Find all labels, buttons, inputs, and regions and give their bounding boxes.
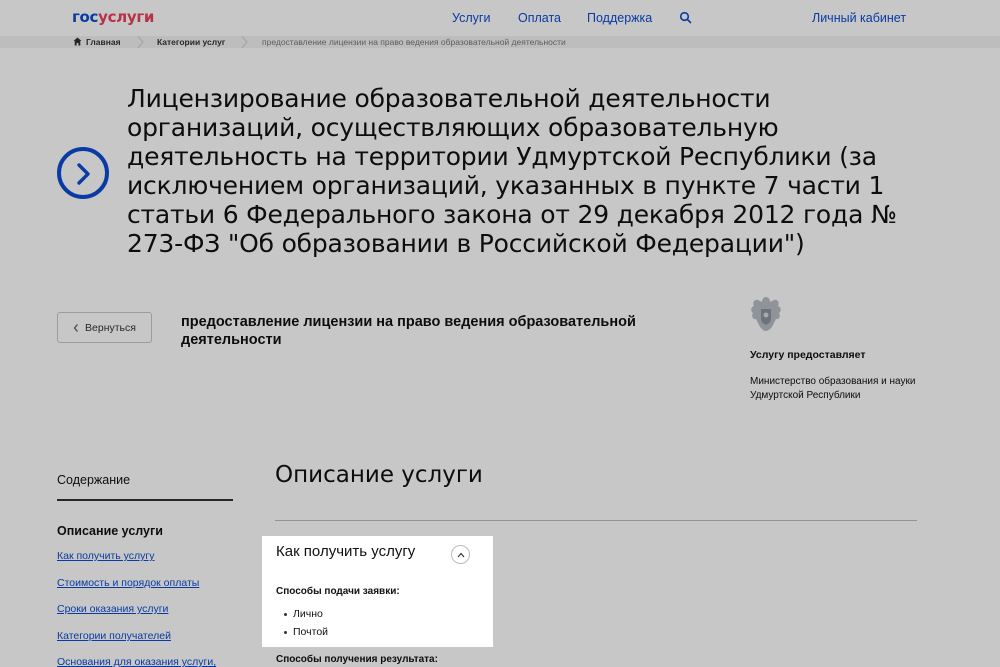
toc-link-categories[interactable]: Категории получателей: [57, 630, 171, 642]
collapse-toggle-button[interactable]: [451, 545, 470, 564]
list-item: Лично: [284, 608, 323, 620]
list-item: Почтой: [283, 626, 328, 638]
chevron-left-icon: [73, 323, 78, 332]
dim-overlay: [0, 0, 1000, 536]
chevron-up-icon: [457, 552, 465, 558]
back-button[interactable]: Вернуться: [57, 312, 152, 343]
methods-label: Способы подачи заявки:: [276, 586, 400, 597]
toc-title: Содержание: [57, 473, 131, 487]
toc-link-terms[interactable]: Сроки оказания услуги: [57, 603, 168, 615]
how-to-get-title[interactable]: Как получить услугу: [276, 543, 415, 560]
back-button-label: Вернуться: [85, 321, 136, 334]
toc-link-cost[interactable]: Стоимость и порядок оплаты: [57, 577, 199, 589]
breadcrumb: Главная Категории услуг предоставление л…: [0, 36, 1000, 48]
provider-label: Услугу предоставляет: [750, 349, 866, 361]
nav-payment-link[interactable]: Оплата: [518, 11, 561, 25]
provider-name: Министерство образования и науки Удмуртс…: [750, 376, 916, 401]
breadcrumb-home[interactable]: Главная: [86, 37, 121, 47]
search-icon[interactable]: [679, 11, 693, 25]
toc-link-how-to-get[interactable]: Как получить услугу: [57, 550, 155, 562]
breadcrumb-separator-icon: [241, 36, 248, 48]
header: госуслуги Услуги Оплата Поддержка Личный…: [0, 0, 1000, 36]
nav-support-link[interactable]: Поддержка: [587, 11, 652, 25]
logo-part-uslugi: услуги: [98, 8, 155, 26]
results-label: Способы получения результата:: [276, 654, 438, 665]
breadcrumb-current: предоставление лицензии на право ведения…: [262, 37, 566, 47]
section-title: Описание услуги: [275, 462, 483, 488]
gosuslugi-logo[interactable]: госуслуги: [72, 8, 154, 26]
toc-item-description[interactable]: Описание услуги: [57, 524, 163, 538]
logo-part-gos: гос: [72, 8, 99, 26]
dim-overlay: [493, 536, 1000, 647]
toc-link-grounds[interactable]: Основания для оказания услуги,: [57, 656, 216, 667]
title-arrow-icon: [57, 147, 109, 199]
service-subtitle: предоставление лицензии на право ведения…: [181, 314, 636, 348]
breadcrumb-separator-icon: [137, 36, 144, 48]
toc-divider: [57, 499, 233, 501]
personal-cabinet-link[interactable]: Личный кабинет: [812, 11, 906, 25]
home-icon: [73, 37, 82, 46]
breadcrumb-categories[interactable]: Категории услуг: [157, 37, 225, 47]
coat-of-arms-emblem-icon: [751, 297, 781, 331]
section-divider: [275, 520, 917, 521]
page-title: Лицензирование образовательной деятельно…: [127, 84, 897, 258]
nav-services-link[interactable]: Услуги: [452, 11, 490, 25]
